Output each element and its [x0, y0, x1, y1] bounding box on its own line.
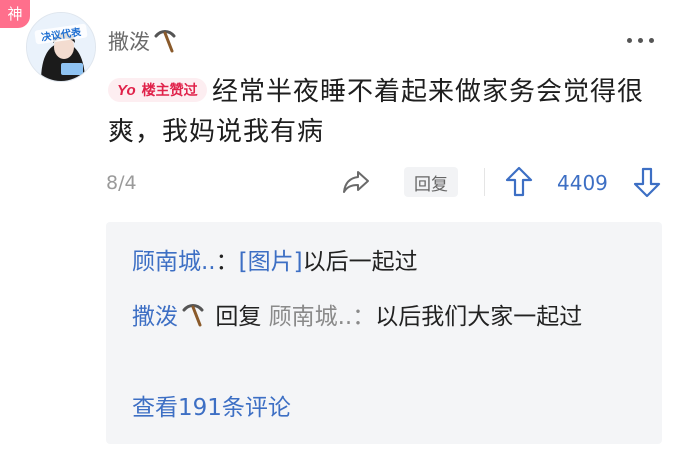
- god-comment-badge: 神: [0, 0, 30, 28]
- reply-word: 回复: [215, 304, 262, 330]
- username-text: 撒泼: [108, 30, 150, 54]
- avatar[interactable]: 决议代表: [26, 12, 96, 82]
- downvote-arrow-icon[interactable]: [632, 165, 662, 203]
- image-link[interactable]: [图片]: [239, 249, 303, 275]
- pickaxe-icon: [154, 30, 176, 53]
- pickaxe-icon: [182, 304, 204, 327]
- share-icon[interactable]: [340, 167, 372, 201]
- sub-reply-author[interactable]: 顾南城..: [132, 249, 216, 275]
- sub-reply-text: 以后一起过: [302, 249, 418, 275]
- reply-button[interactable]: 回复: [404, 167, 458, 197]
- username[interactable]: 撒泼: [108, 26, 178, 56]
- divider: [484, 168, 485, 196]
- view-more-replies-link[interactable]: 查看191条评论: [132, 388, 291, 422]
- op-liked-badge: Yo 楼主赞过: [108, 78, 207, 102]
- upvote-arrow-icon[interactable]: [504, 165, 534, 203]
- separator: ：: [215, 249, 239, 275]
- sub-reply-author-text: 撒泼: [132, 304, 178, 330]
- op-badge-text: 楼主赞过: [141, 83, 198, 99]
- separator: ：: [352, 304, 376, 330]
- like-count: 4409: [557, 171, 608, 195]
- reply-target[interactable]: 顾南城..: [269, 304, 353, 330]
- sub-reply-item[interactable]: 撒泼 回复 顾南城..：以后我们大家一起过: [132, 298, 642, 336]
- op-badge-yo: Yo: [117, 81, 136, 99]
- sub-reply-author[interactable]: 撒泼: [132, 304, 208, 330]
- more-dots-icon[interactable]: [627, 38, 654, 43]
- avatar-image: 决议代表: [27, 13, 95, 81]
- comment-date: 8/4: [106, 172, 137, 194]
- sub-reply-item[interactable]: 顾南城..：[图片]以后一起过: [132, 244, 418, 280]
- sub-reply-text: 以后我们大家一起过: [375, 304, 583, 330]
